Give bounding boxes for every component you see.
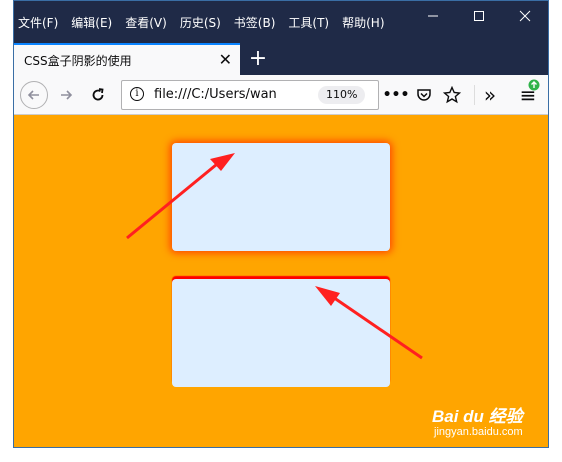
info-icon[interactable]: i — [130, 87, 144, 101]
maximize-button[interactable] — [456, 1, 502, 31]
menu-history[interactable]: 历史(S) — [180, 14, 221, 32]
tab-title: CSS盒子阴影的使用 — [24, 54, 132, 68]
menu-view[interactable]: 查看(V) — [125, 14, 167, 32]
update-badge-icon — [528, 79, 540, 91]
back-button[interactable] — [20, 81, 48, 109]
overflow-button[interactable]: » — [476, 81, 504, 109]
browser-window: 文件(F) 编辑(E) 查看(V) 历史(S) 书签(B) 工具(T) 帮助(H… — [13, 0, 549, 448]
menu-items: 文件(F) 编辑(E) 查看(V) 历史(S) 书签(B) 工具(T) 帮助(H… — [18, 14, 398, 32]
menu-tools[interactable]: 工具(T) — [288, 14, 329, 32]
star-icon — [443, 86, 461, 104]
tab-close-icon[interactable]: ✕ — [219, 50, 232, 69]
tab-active[interactable]: CSS盒子阴影的使用 ✕ — [14, 43, 240, 75]
arrow-2 — [315, 286, 423, 360]
minimize-button[interactable] — [410, 1, 456, 31]
menu-edit[interactable]: 编辑(E) — [71, 14, 112, 32]
back-arrow-icon — [27, 90, 39, 100]
menu-file[interactable]: 文件(F) — [18, 14, 58, 32]
menu-bookmarks[interactable]: 书签(B) — [234, 14, 276, 32]
close-icon — [519, 10, 531, 22]
window-controls — [410, 1, 548, 31]
pocket-button[interactable] — [410, 81, 438, 109]
pocket-icon — [417, 89, 431, 101]
toolbar-separator — [474, 85, 475, 105]
watermark-url: jingyan.baidu.com — [434, 426, 523, 438]
annotation-arrows — [126, 153, 423, 360]
menu-bar: 文件(F) 编辑(E) 查看(V) 历史(S) 书签(B) 工具(T) 帮助(H… — [14, 1, 548, 43]
nav-bar: i file:///C:/Users/wan 110% ••• » ≡ — [14, 75, 548, 115]
new-tab-button[interactable]: + — [246, 45, 270, 73]
url-bar[interactable]: i file:///C:/Users/wan 110% — [121, 80, 379, 110]
forward-arrow-icon — [61, 90, 73, 100]
reload-icon — [92, 88, 104, 101]
minimize-icon — [428, 15, 438, 17]
baidu-watermark: Bai du 经验 jingyan.baidu.com — [432, 402, 542, 444]
arrow-1 — [126, 153, 235, 240]
forward-button[interactable] — [52, 81, 80, 109]
tab-strip: CSS盒子阴影的使用 ✕ + — [14, 43, 548, 75]
reload-button[interactable] — [84, 81, 112, 109]
zoom-badge[interactable]: 110% — [318, 86, 366, 104]
watermark-logo: Bai du 经验 — [432, 407, 523, 426]
url-text[interactable]: file:///C:/Users/wan — [154, 87, 282, 102]
menu-help[interactable]: 帮助(H) — [342, 14, 384, 32]
close-button[interactable] — [502, 1, 548, 31]
page-actions-button[interactable]: ••• — [382, 81, 410, 109]
bookmark-button[interactable] — [438, 81, 466, 109]
page-content: Bai du 经验 jingyan.baidu.com — [14, 115, 548, 447]
maximize-icon — [474, 11, 484, 21]
